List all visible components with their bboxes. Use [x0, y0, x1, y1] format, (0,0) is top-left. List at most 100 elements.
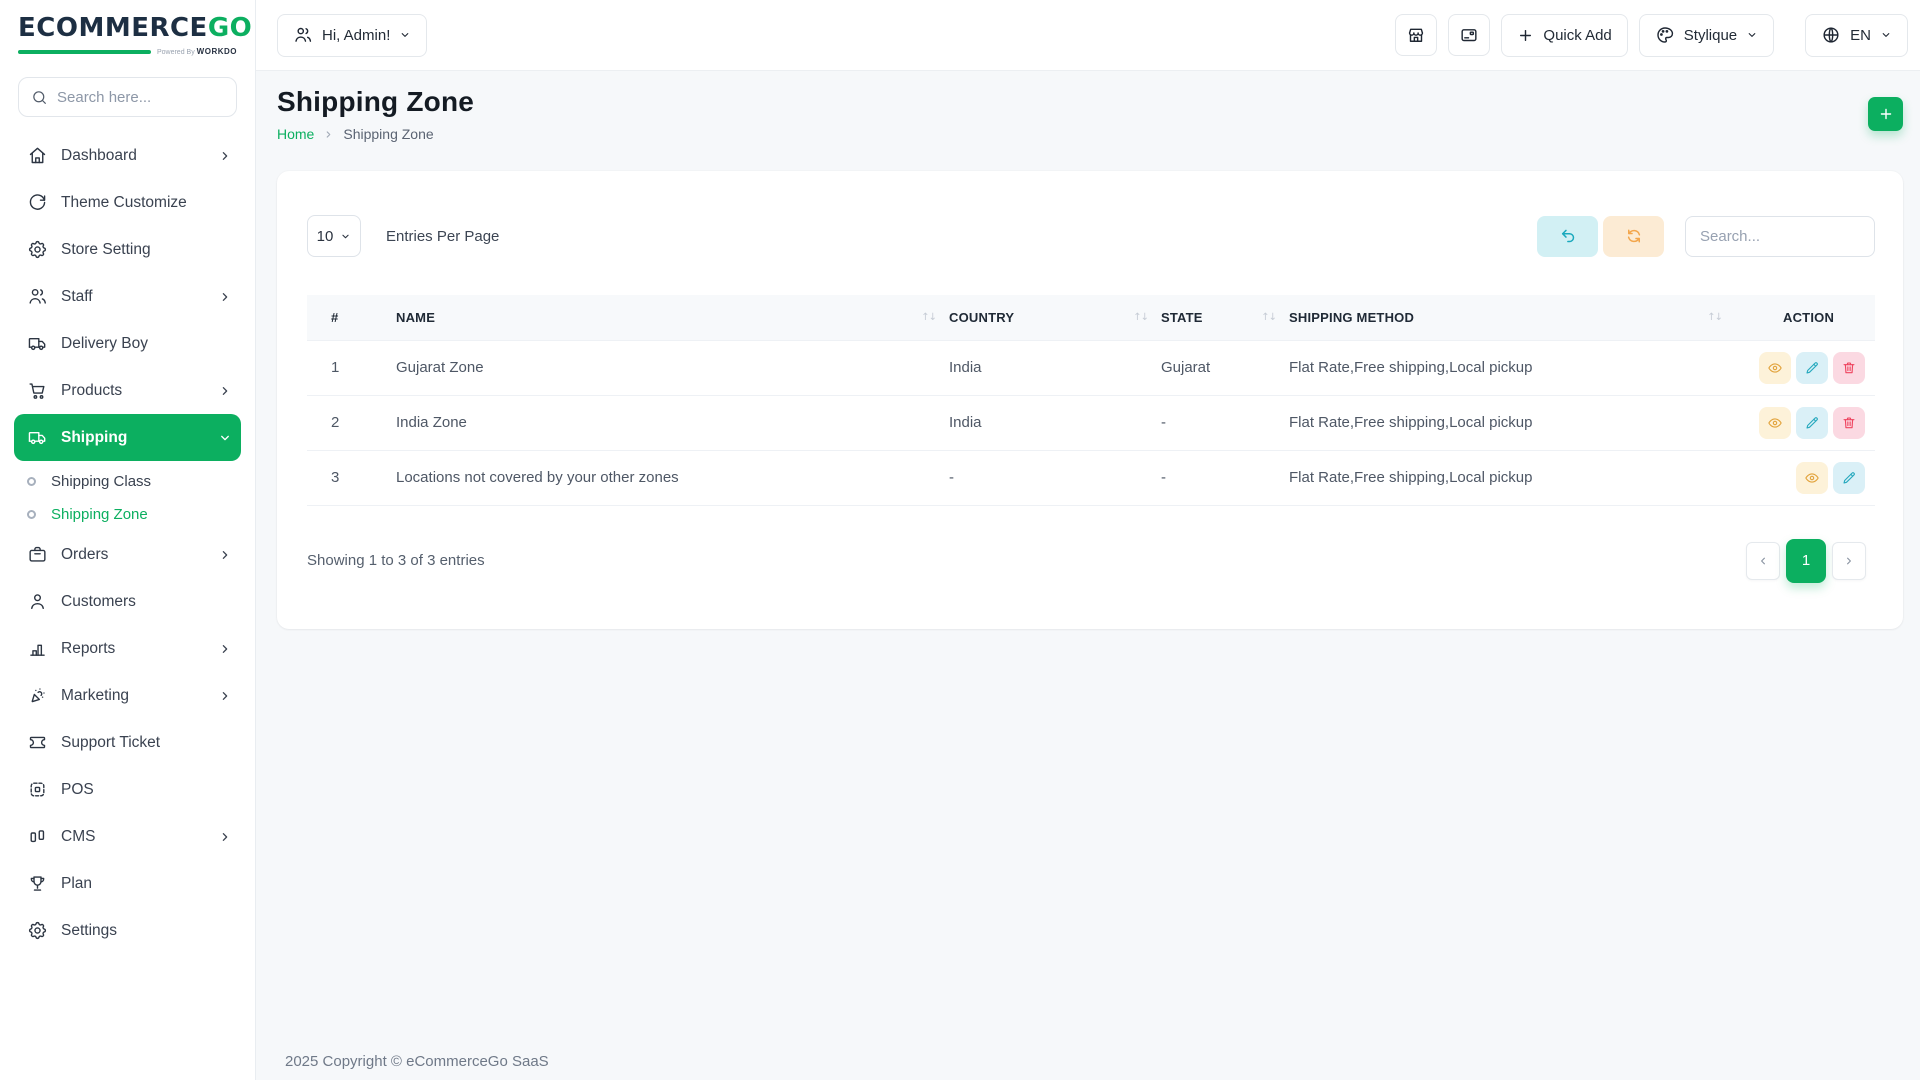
sidebar-item-customers[interactable]: Customers	[14, 578, 241, 625]
delete-button[interactable]	[1833, 406, 1865, 439]
view-button[interactable]	[1759, 351, 1791, 384]
theme-style-label: Stylique	[1683, 26, 1738, 44]
copyright-text: 2025 Copyright © eCommerceGo SaaS	[285, 1053, 549, 1070]
sidebar-search	[18, 77, 237, 117]
delete-button[interactable]	[1833, 351, 1865, 384]
search-icon	[33, 90, 46, 104]
admin-label: Hi, Admin!	[322, 26, 391, 44]
banner-icon	[1459, 25, 1479, 45]
sidebar-search-input[interactable]	[57, 88, 224, 106]
table-header-row: # NAME ↑↓ COUNTRY ↑↓ STATE ↑↓ SHIPPING METH…	[307, 295, 1875, 340]
ticket-icon	[27, 732, 48, 753]
undo-icon	[1561, 229, 1574, 243]
logo-text: ECOMMERCEGO	[18, 13, 252, 44]
sidebar-item-pos[interactable]: POS	[14, 766, 241, 813]
logo[interactable]: ECOMMERCEGO Powered By WORKDO	[0, 0, 255, 56]
chevron-right-icon	[222, 151, 228, 160]
column-header-name[interactable]: NAME ↑↓	[396, 295, 949, 340]
topbar-actions: Quick Add Stylique EN	[1395, 13, 1908, 57]
view-button[interactable]	[1796, 461, 1828, 494]
column-header-shipping-method[interactable]: SHIPPING METHOD ↑↓	[1289, 295, 1735, 340]
add-shipping-zone-button[interactable]	[1868, 97, 1903, 131]
refresh-button[interactable]	[1603, 215, 1664, 257]
pagination-next-button[interactable]	[1832, 541, 1866, 580]
sidebar-item-products[interactable]: Products	[14, 367, 241, 414]
pos-icon	[30, 782, 45, 797]
sidebar-item-cms[interactable]: CMS	[14, 813, 241, 860]
edit-button[interactable]	[1796, 406, 1828, 439]
showing-entries-text: Showing 1 to 3 of 3 entries	[307, 552, 485, 569]
storefront-button[interactable]	[1395, 14, 1438, 56]
sidebar-item-support-ticket[interactable]: Support Ticket	[14, 719, 241, 766]
trash-icon	[1843, 417, 1855, 428]
chevron-down-icon	[221, 435, 229, 440]
chevron-down-icon	[218, 431, 232, 445]
sidebar-item-orders[interactable]: Orders	[14, 531, 241, 578]
zone-name: India Zone	[396, 394, 949, 450]
sidebar-item-marketing[interactable]: Marketing	[14, 672, 241, 719]
language-label: EN	[1850, 26, 1871, 44]
sidebar-item-delivery-boy[interactable]: Delivery Boy	[14, 320, 241, 367]
view-button[interactable]	[1759, 406, 1791, 439]
edit-button[interactable]	[1833, 461, 1865, 494]
store-icon	[1409, 28, 1424, 42]
sidebar-item-plan[interactable]: Plan	[14, 860, 241, 907]
theme-style-button[interactable]: Stylique	[1638, 13, 1775, 57]
chevron-down-icon	[342, 234, 349, 238]
chevron-right-icon	[222, 550, 228, 559]
sidebar-item-dashboard[interactable]: Dashboard	[14, 132, 241, 179]
sidebar-subitem-shipping-class[interactable]: Shipping Class	[14, 465, 241, 498]
trophy-icon	[27, 873, 48, 894]
circle-icon	[27, 477, 36, 486]
refresh-icon	[1627, 229, 1640, 243]
pagination-page-button[interactable]: 1	[1786, 538, 1826, 583]
admin-menu-button[interactable]: Hi, Admin!	[277, 13, 428, 57]
sidebar-item-shipping[interactable]: Shipping	[14, 414, 241, 461]
sidebar-item-label: POS	[61, 780, 94, 798]
sidebar-item-label: Theme Customize	[61, 193, 187, 211]
trash-icon	[1843, 362, 1855, 373]
admin-users-icon	[293, 25, 313, 45]
table-row: 3 Locations not covered by your other zon…	[307, 449, 1875, 506]
eye-icon	[1805, 472, 1819, 483]
briefcase-icon	[27, 544, 48, 565]
sidebar: ECOMMERCEGO Powered By WORKDO Dashboard T…	[0, 0, 256, 1080]
table-search-input[interactable]	[1685, 215, 1875, 257]
table-footer: Showing 1 to 3 of 3 entries 1	[307, 538, 1875, 583]
column-header-state[interactable]: STATE ↑↓	[1161, 295, 1289, 340]
sidebar-item-label: Customers	[61, 592, 136, 610]
zone-state: -	[1161, 449, 1289, 506]
sidebar-item-theme-customize[interactable]: Theme Customize	[14, 179, 241, 226]
quick-add-button[interactable]: Quick Add	[1501, 13, 1628, 57]
pagination-prev-button[interactable]	[1746, 541, 1780, 580]
chart-icon	[30, 644, 45, 656]
sidebar-item-store-setting[interactable]: Store Setting	[14, 226, 241, 273]
zone-country: -	[949, 449, 1161, 506]
column-header-country[interactable]: COUNTRY ↑↓	[949, 295, 1161, 340]
language-button[interactable]: EN	[1805, 13, 1908, 57]
table-toolbar: 10 Entries Per Page	[307, 215, 1875, 257]
globe-icon	[1823, 27, 1839, 43]
sidebar-item-staff[interactable]: Staff	[14, 273, 241, 320]
page-content: Shipping Zone Home Shipping Zone 10 Entr…	[256, 71, 1920, 1080]
sidebar-subitem-shipping-zone[interactable]: Shipping Zone	[14, 498, 241, 531]
breadcrumb-home-link[interactable]: Home	[277, 126, 314, 142]
globe-icon	[1821, 25, 1841, 45]
eye-icon	[1767, 415, 1783, 431]
sidebar-item-label: Settings	[61, 921, 118, 939]
undo-button[interactable]	[1537, 215, 1598, 257]
zone-shipping-method: Flat Rate,Free shipping,Local pickup	[1289, 339, 1735, 395]
sidebar-item-reports[interactable]: Reports	[14, 625, 241, 672]
sidebar-item-settings[interactable]: Settings	[14, 907, 241, 954]
edit-button[interactable]	[1796, 351, 1828, 384]
zone-state: -	[1161, 394, 1289, 450]
briefcase-icon	[29, 546, 46, 562]
sidebar-item-label: Staff	[61, 287, 93, 305]
chevron-right-icon	[222, 386, 228, 395]
user-icon	[31, 594, 44, 610]
plus-icon	[1880, 108, 1891, 120]
banner-button[interactable]	[1448, 14, 1491, 56]
pencil-icon	[1843, 471, 1855, 483]
entries-per-page-select[interactable]: 10	[307, 215, 361, 257]
zone-shipping-method: Flat Rate,Free shipping,Local pickup	[1289, 394, 1735, 450]
